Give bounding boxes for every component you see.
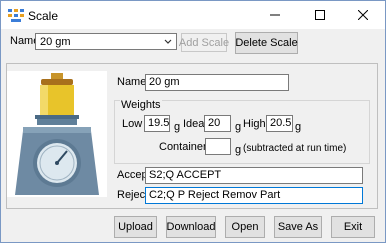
scale-illustration-icon bbox=[15, 73, 99, 195]
upload-button[interactable]: Upload bbox=[114, 216, 157, 238]
low-unit: g bbox=[174, 121, 181, 133]
scale-name-selected: 20 gm bbox=[40, 36, 71, 48]
ideal-field[interactable]: 20 bbox=[204, 115, 231, 132]
weights-label: Weights bbox=[120, 99, 162, 111]
download-button[interactable]: Download bbox=[166, 216, 216, 238]
close-button[interactable] bbox=[341, 1, 385, 29]
container-label: Container bbox=[159, 141, 207, 153]
accept-field[interactable]: S2;Q ACCEPT bbox=[145, 167, 363, 184]
delete-scale-button[interactable]: Delete Scale bbox=[235, 32, 298, 54]
open-button[interactable]: Open bbox=[225, 216, 265, 238]
save-as-button[interactable]: Save As bbox=[274, 216, 322, 238]
scale-app-icon bbox=[8, 9, 24, 22]
minimize-icon bbox=[270, 14, 280, 16]
title-bar[interactable]: Scale bbox=[1, 1, 385, 29]
scale-illustration bbox=[7, 71, 107, 197]
maximize-icon bbox=[315, 10, 325, 20]
high-label: High bbox=[243, 118, 266, 130]
scale-window: Scale Name 20 gm Add Scale Delete Scale bbox=[0, 0, 386, 243]
exit-button[interactable]: Exit bbox=[331, 216, 375, 238]
reject-field[interactable]: C2;Q P Reject Remov Part bbox=[145, 187, 363, 204]
ideal-unit: g bbox=[235, 121, 242, 133]
close-icon bbox=[358, 10, 368, 20]
low-field[interactable]: 19.5 bbox=[144, 115, 170, 132]
reject-label: Reject bbox=[117, 189, 149, 201]
container-field[interactable] bbox=[205, 138, 231, 155]
chevron-down-icon bbox=[164, 39, 172, 44]
minimize-button[interactable] bbox=[253, 1, 297, 29]
name-field[interactable]: 20 gm bbox=[145, 74, 289, 91]
container-unit: g bbox=[235, 144, 242, 156]
low-label: Low bbox=[122, 118, 143, 130]
maximize-button[interactable] bbox=[298, 1, 342, 29]
container-note: (subtracted at run time) bbox=[243, 143, 347, 154]
high-unit: g bbox=[295, 121, 302, 133]
name-label: Name bbox=[117, 76, 147, 88]
add-scale-button[interactable]: Add Scale bbox=[179, 33, 229, 52]
window-title: Scale bbox=[28, 9, 59, 23]
high-field[interactable]: 20.5 bbox=[266, 115, 293, 132]
scale-name-dropdown[interactable]: 20 gm bbox=[35, 33, 177, 50]
